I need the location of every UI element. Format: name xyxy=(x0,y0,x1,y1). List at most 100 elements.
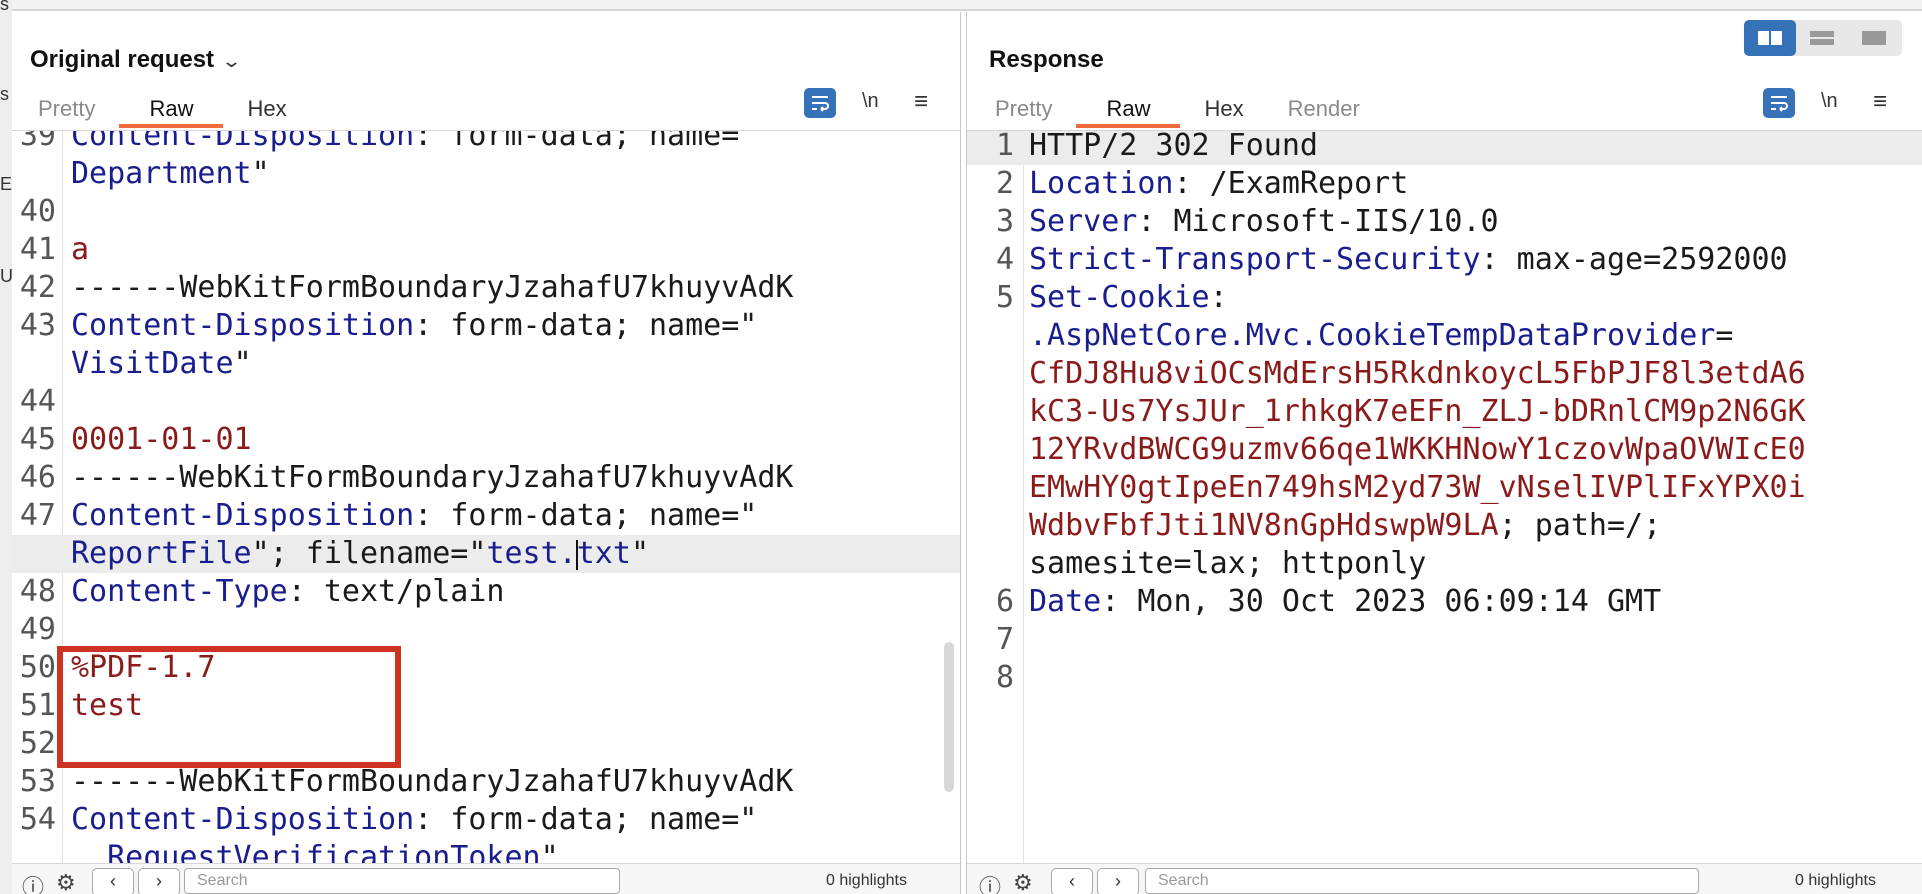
left-edge-char: E xyxy=(0,174,13,194)
plain-text: " xyxy=(540,840,559,864)
layout-tabs-button[interactable] xyxy=(1848,20,1900,56)
wrap-lines-icon xyxy=(812,96,829,112)
pane-title-text: Original request xyxy=(30,46,215,73)
plain-text: : max-age=2592000 xyxy=(1480,242,1788,277)
tab-hex[interactable]: Hex xyxy=(1184,92,1263,126)
request-scrollbar[interactable] xyxy=(944,642,954,792)
tab-raw[interactable]: Raw xyxy=(1076,92,1181,128)
original-request-title[interactable]: Original request ⌄ xyxy=(30,46,242,74)
code-line: 7 xyxy=(967,621,1922,659)
value-text: WdbvFbfJti1NV8nGpHdswpW9LA xyxy=(1029,508,1499,543)
code-line: 4 Strict-Transport-Security: max-age=2592… xyxy=(967,241,1922,279)
header-name: test. xyxy=(486,536,577,571)
code-line: kC3-Us7YsJUr_1rhkgK7eEFn_ZLJ-bDRnlCM9p2N… xyxy=(967,393,1922,431)
line-content: Content-Disposition: form-data; name=" xyxy=(71,131,757,155)
top-edge xyxy=(0,0,1922,11)
gear-icon[interactable]: ⚙ xyxy=(1013,870,1033,894)
chevron-down-icon[interactable]: ⌄ xyxy=(221,51,242,72)
line-number: 54 xyxy=(19,802,56,837)
tab-render[interactable]: Render xyxy=(1268,92,1380,126)
line-content: .AspNetCore.Mvc.CookieTempDataProvider= xyxy=(1029,317,1733,355)
request-search-bar: ⓘ ⚙ ‹ › Search 0 highlights xyxy=(12,863,960,894)
code-line: 43 Content-Disposition: form-data; name=" xyxy=(12,307,960,345)
menu-icon[interactable]: ≡ xyxy=(914,88,928,116)
highlight-box xyxy=(57,646,401,768)
code-line: 40 xyxy=(12,193,960,231)
search-input[interactable]: Search xyxy=(184,868,620,894)
line-number: 50 xyxy=(19,650,56,685)
line-number: 49 xyxy=(19,612,56,647)
line-content: samesite=lax; httponly xyxy=(1029,545,1426,583)
response-search-bar: ⓘ ⚙ ‹ › Search 0 highlights xyxy=(967,863,1922,894)
code-line: 1 HTTP/2 302 Found xyxy=(967,131,1922,165)
line-content: Set-Cookie: xyxy=(1029,279,1228,317)
plain-text: ------WebKitFormBoundaryJzahafU7khuyvAdK xyxy=(71,270,794,305)
code-line: CfDJ8Hu8viOCsMdErsH5RkdnkoycL5FbPJF8l3et… xyxy=(967,355,1922,393)
line-content: a xyxy=(71,231,89,269)
header-name: ReportFile xyxy=(71,536,252,571)
request-view-tabs: Pretty Raw Hex xyxy=(18,92,311,128)
show-newlines-button[interactable]: \n xyxy=(862,90,879,113)
response-pane: Response Pretty Raw Hex Render \n ≡ 1 HTT… xyxy=(966,12,1922,894)
prev-match-button[interactable]: ‹ xyxy=(1051,868,1093,894)
line-number: 43 xyxy=(19,308,56,343)
layout-stacked-button[interactable] xyxy=(1796,20,1848,56)
line-number: 44 xyxy=(19,384,56,419)
gear-icon[interactable]: ⚙ xyxy=(56,870,76,894)
line-content: CfDJ8Hu8viOCsMdErsH5RkdnkoycL5FbPJF8l3et… xyxy=(1029,355,1806,393)
header-name: Content-Disposition xyxy=(71,308,415,343)
show-newlines-button[interactable]: \n xyxy=(1821,90,1838,113)
highlights-count: 0 highlights xyxy=(1795,872,1876,889)
line-content: EMwHY0gtIpeEn749hsM2yd73W_vNselIVPlIFxYP… xyxy=(1029,469,1806,507)
code-line: 54 Content-Disposition: form-data; name=" xyxy=(12,801,960,839)
code-line: EMwHY0gtIpeEn749hsM2yd73W_vNselIVPlIFxYP… xyxy=(967,469,1922,507)
help-icon[interactable]: ⓘ xyxy=(22,870,44,894)
line-content: 0001-01-01 xyxy=(71,421,252,459)
header-name: Date xyxy=(1029,584,1102,619)
line-content: Strict-Transport-Security: max-age=25920… xyxy=(1029,241,1788,279)
wrap-lines-icon xyxy=(1771,96,1788,112)
code-line: 5 Set-Cookie: xyxy=(967,279,1922,317)
plain-text: : text/plain xyxy=(287,574,505,609)
line-number: 7 xyxy=(995,622,1014,657)
highlights-count: 0 highlights xyxy=(826,872,907,889)
plain-text: : /ExamReport xyxy=(1173,166,1409,201)
plain-text: "; filename=" xyxy=(251,536,487,571)
menu-icon[interactable]: ≡ xyxy=(1873,88,1887,116)
single-panel-icon xyxy=(1862,31,1886,45)
next-match-button[interactable]: › xyxy=(138,868,180,894)
search-input[interactable]: Search xyxy=(1145,868,1699,894)
layout-switch xyxy=(1744,20,1902,56)
response-editor[interactable]: 1 HTTP/2 302 Found 2 Location: /ExamReport 3… xyxy=(967,131,1922,864)
tab-pretty[interactable]: Pretty xyxy=(18,92,115,126)
line-content: ------WebKitFormBoundaryJzahafU7khuyvAdK xyxy=(71,763,793,801)
word-wrap-button[interactable] xyxy=(804,88,836,118)
value-text: EMwHY0gtIpeEn749hsM2yd73W_vNselIVPlIFxYP… xyxy=(1029,470,1806,505)
layout-side-by-side-button[interactable] xyxy=(1744,20,1796,56)
help-icon[interactable]: ⓘ xyxy=(979,870,1001,894)
line-number: 2 xyxy=(995,166,1014,201)
line-content: kC3-Us7YsJUr_1rhkgK7eEFn_ZLJ-bDRnlCM9p2N… xyxy=(1029,393,1806,431)
tab-pretty[interactable]: Pretty xyxy=(975,92,1072,126)
tab-raw[interactable]: Raw xyxy=(119,92,224,128)
value-text: a xyxy=(71,232,90,267)
line-content: Location: /ExamReport xyxy=(1029,165,1408,203)
line-number: 39 xyxy=(19,131,56,153)
line-content: ------WebKitFormBoundaryJzahafU7khuyvAdK xyxy=(71,269,793,307)
word-wrap-button[interactable] xyxy=(1763,88,1795,118)
line-number: 8 xyxy=(995,660,1014,695)
code-line: 47 Content-Disposition: form-data; name=" xyxy=(12,497,960,535)
line-number: 45 xyxy=(19,422,56,457)
next-match-button[interactable]: › xyxy=(1097,868,1139,894)
left-edge-strip: s s E U xyxy=(0,0,13,894)
line-content: VisitDate" xyxy=(71,345,252,383)
line-number: 40 xyxy=(19,194,56,229)
plain-text: : form-data; name=" xyxy=(414,498,758,533)
prev-match-button[interactable]: ‹ xyxy=(92,868,134,894)
code-line: 6 Date: Mon, 30 Oct 2023 06:09:14 GMT xyxy=(967,583,1922,621)
code-line: 12YRvdBWCG9uzmv66qe1WKKHNowY1czovWpaOVWI… xyxy=(967,431,1922,469)
header-name: Department xyxy=(71,156,252,191)
code-line: 8 xyxy=(967,659,1922,697)
line-content: Content-Disposition: form-data; name=" xyxy=(71,307,757,345)
tab-hex[interactable]: Hex xyxy=(227,92,306,126)
